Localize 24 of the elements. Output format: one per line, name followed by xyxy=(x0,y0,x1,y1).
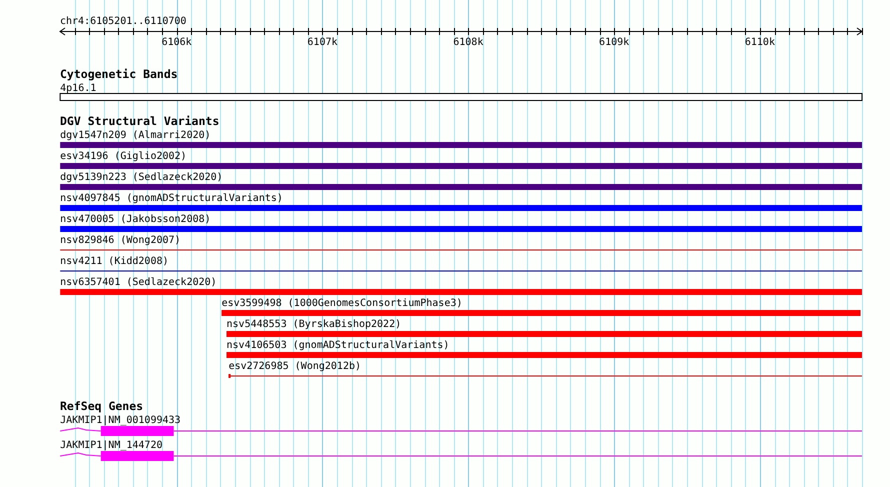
track-title: Cytogenetic Bands xyxy=(60,67,178,81)
variant-label: nsv470005 (Jakobsson2008) xyxy=(60,214,211,225)
variant-label: nsv4106503 (gnomADStructuralVariants) xyxy=(226,340,450,351)
tick-label: 6109k xyxy=(599,37,630,48)
gene-label: JAKMIP1|NM_001099433 xyxy=(60,415,181,426)
variant-label: nsv829846 (Wong2007) xyxy=(60,235,181,246)
variant-label: esv34196 (Giglio2002) xyxy=(60,151,187,162)
variant-label: dgv5139n223 (Sedlazeck2020) xyxy=(60,172,223,183)
band-label: 4p16.1 xyxy=(60,83,96,94)
variant-label: esv2726985 (Wong2012b) xyxy=(228,361,362,372)
gene-label: JAKMIP1|NM_144720 xyxy=(60,440,162,451)
location-label: chr4:6105201..6110700 xyxy=(60,16,186,27)
tick-label: 6106k xyxy=(162,37,192,48)
variant-label: esv3599498 (1000GenomesConsortiumPhase3) xyxy=(222,298,462,309)
tick-label: 6107k xyxy=(307,37,338,48)
variant-label: nsv6357401 (Sedlazeck2020) xyxy=(60,277,217,288)
variant-label: dgv1547n209 (Almarri2020) xyxy=(60,130,211,141)
track-title: RefSeq Genes xyxy=(60,399,144,413)
variant-label: nsv5448553 (ByrskaBishop2022) xyxy=(226,319,402,330)
variant-label: nsv4211 (Kidd2008) xyxy=(60,256,169,267)
tick-label: 6110k xyxy=(744,37,775,48)
tick-label: 6108k xyxy=(453,37,484,48)
track-title: DGV Structural Variants xyxy=(60,114,220,128)
variant-label: nsv4097845 (gnomADStructuralVariants) xyxy=(60,193,283,204)
